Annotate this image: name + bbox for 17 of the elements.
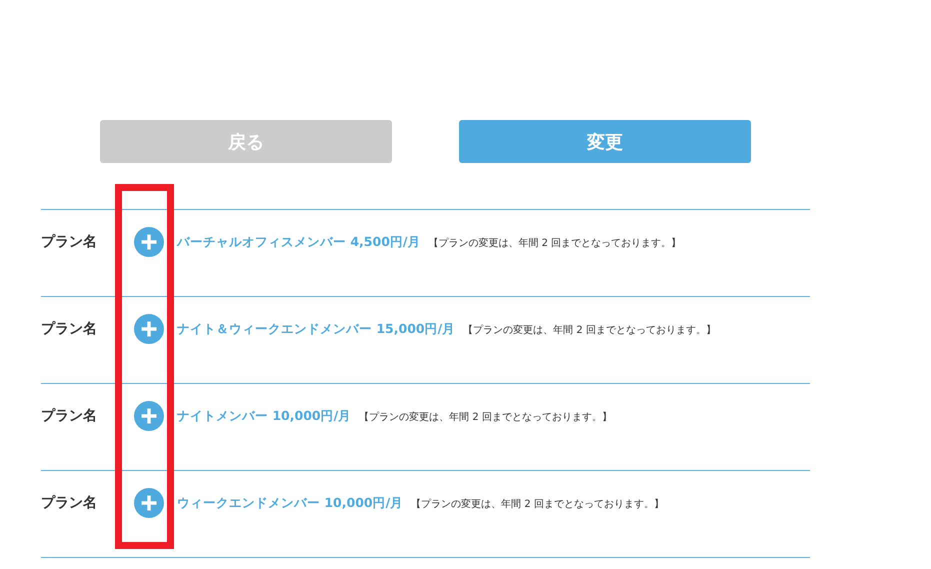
plus-icon[interactable] (134, 314, 164, 344)
plan-note: 【プランの変更は、年間 2 回までとなっております。】 (428, 236, 682, 250)
plan-label: プラン名 (41, 320, 98, 338)
plus-icon[interactable] (134, 227, 164, 257)
plan-name: ナイトメンバー 10,000円/月 (177, 408, 352, 425)
plan-note: 【プランの変更は、年間 2 回までとなっております。】 (359, 410, 612, 424)
plan-label: プラン名 (41, 494, 98, 512)
change-button[interactable]: 変更 (459, 120, 751, 163)
plus-icon[interactable] (134, 488, 164, 518)
plan-name: ウィークエンドメンバー 10,000円/月 (177, 495, 404, 512)
plan-note: 【プランの変更は、年間 2 回までとなっております。】 (463, 324, 716, 337)
plan-note: 【プランの変更は、年間 2 回までとなっております。】 (411, 498, 664, 511)
plus-icon[interactable] (134, 401, 164, 431)
plan-name: バーチャルオフィスメンバー 4,500円/月 (177, 234, 420, 251)
plan-label: プラン名 (41, 407, 98, 425)
plan-name: ナイト＆ウィークエンドメンバー 15,000円/月 (177, 321, 456, 338)
plan-label: プラン名 (41, 233, 98, 251)
